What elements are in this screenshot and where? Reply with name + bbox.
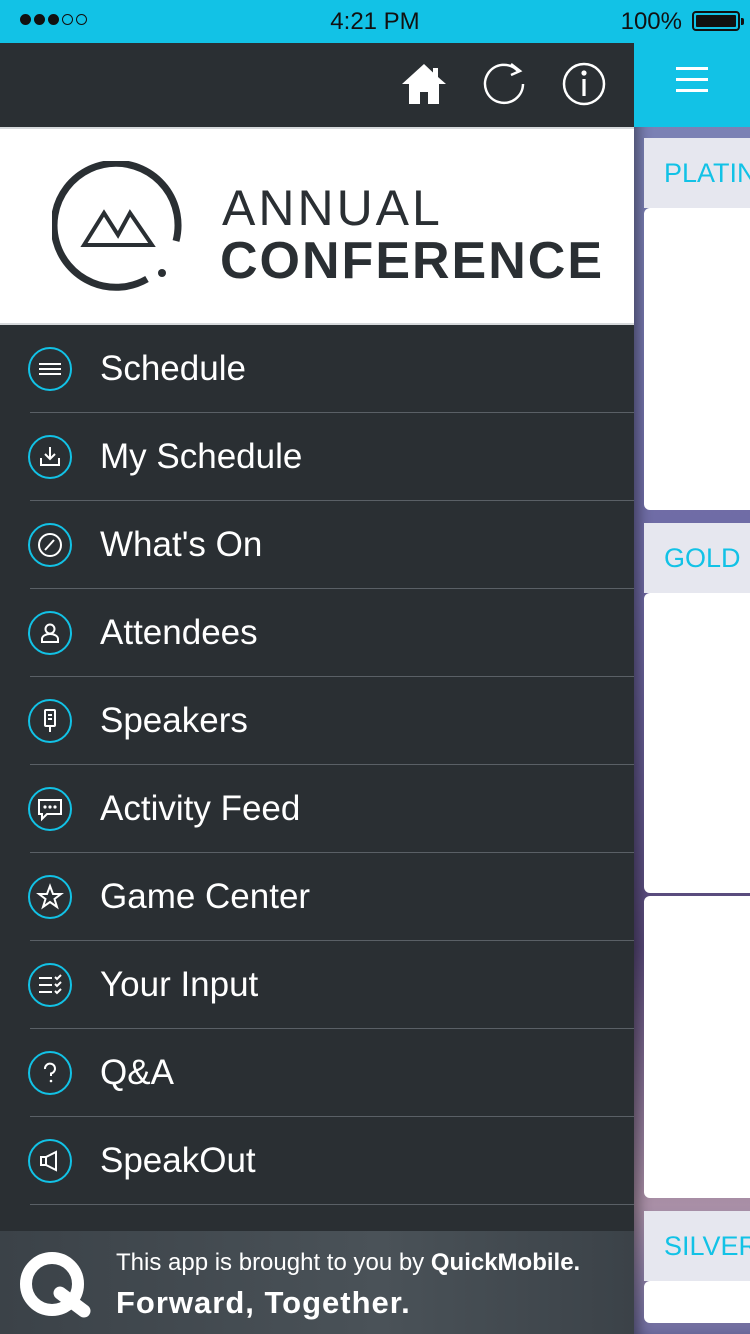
compass-icon <box>28 523 72 567</box>
question-icon <box>28 1051 72 1095</box>
main-header <box>634 43 750 127</box>
banner-brand: QuickMobile. <box>430 1249 581 1276</box>
sponsor-card[interactable] <box>644 593 750 893</box>
logo-text-conference: CONFERENCE <box>220 232 605 290</box>
menu-item-activity-feed[interactable]: Activity Feed <box>0 765 634 853</box>
logo-text-annual: ANNUAL <box>222 180 443 236</box>
drawer-toolbar <box>0 43 634 127</box>
microphone-icon <box>28 699 72 743</box>
sponsor-banner[interactable]: This app is brought to you by QuickMobil… <box>0 1231 634 1334</box>
mountain-logo-icon <box>52 161 182 291</box>
sponsor-card[interactable] <box>644 1281 750 1323</box>
main-content-peek: PLATIN GOLD SILVER <box>634 43 750 1334</box>
megaphone-icon <box>28 1139 72 1183</box>
quickmobile-logo-icon <box>20 1252 91 1318</box>
menu-item-label: Speakers <box>100 701 248 740</box>
menu-item-speakers[interactable]: Speakers <box>0 677 634 765</box>
sponsor-card[interactable] <box>644 208 750 510</box>
section-header-silver: SILVER <box>644 1211 750 1281</box>
menu-item-game-center[interactable]: Game Center <box>0 853 634 941</box>
battery-percentage: 100% <box>620 8 682 35</box>
menu-item-label: SpeakOut <box>100 1141 256 1180</box>
menu-item-whats-on[interactable]: What's On <box>0 501 634 589</box>
chat-icon <box>28 787 72 831</box>
download-icon <box>28 435 72 479</box>
hamburger-menu-icon[interactable] <box>676 67 708 93</box>
navigation-drawer: ANNUAL CONFERENCE Schedule My Schedule W… <box>0 43 634 1334</box>
menu-item-speakout[interactable]: SpeakOut <box>0 1117 634 1205</box>
banner-slogan: Forward, Together. <box>116 1285 411 1320</box>
menu-item-label: What's On <box>100 525 263 564</box>
checklist-icon <box>28 963 72 1007</box>
home-icon[interactable] <box>400 60 448 108</box>
menu-item-attendees[interactable]: Attendees <box>0 589 634 677</box>
sponsor-card[interactable] <box>644 896 750 1198</box>
menu-item-label: Attendees <box>100 613 258 652</box>
menu-item-label: My Schedule <box>100 437 303 476</box>
menu-item-label: Your Input <box>100 965 259 1004</box>
banner-tagline: This app is brought to you by QuickMobil… <box>116 1249 580 1277</box>
section-header-gold: GOLD <box>644 523 750 593</box>
section-header-platinum: PLATIN <box>644 138 750 208</box>
star-icon <box>28 875 72 919</box>
menu-item-schedule[interactable]: Schedule <box>0 325 634 413</box>
menu-item-my-schedule[interactable]: My Schedule <box>0 413 634 501</box>
menu-item-label: Schedule <box>100 349 246 388</box>
person-icon <box>28 611 72 655</box>
refresh-icon[interactable] <box>480 60 528 108</box>
info-icon[interactable] <box>560 60 608 108</box>
status-bar: 4:21 PM 100% <box>0 0 750 43</box>
menu-item-qa[interactable]: Q&A <box>0 1029 634 1117</box>
conference-logo: ANNUAL CONFERENCE <box>0 127 634 325</box>
banner-text: This app is brought to you by <box>116 1249 431 1276</box>
battery-icon <box>692 11 744 31</box>
menu-item-label: Activity Feed <box>100 789 301 828</box>
list-icon <box>28 347 72 391</box>
menu-item-label: Q&A <box>100 1053 174 1092</box>
drawer-menu: Schedule My Schedule What's On Attendees <box>0 325 634 1205</box>
menu-item-label: Game Center <box>100 877 311 916</box>
menu-item-your-input[interactable]: Your Input <box>0 941 634 1029</box>
